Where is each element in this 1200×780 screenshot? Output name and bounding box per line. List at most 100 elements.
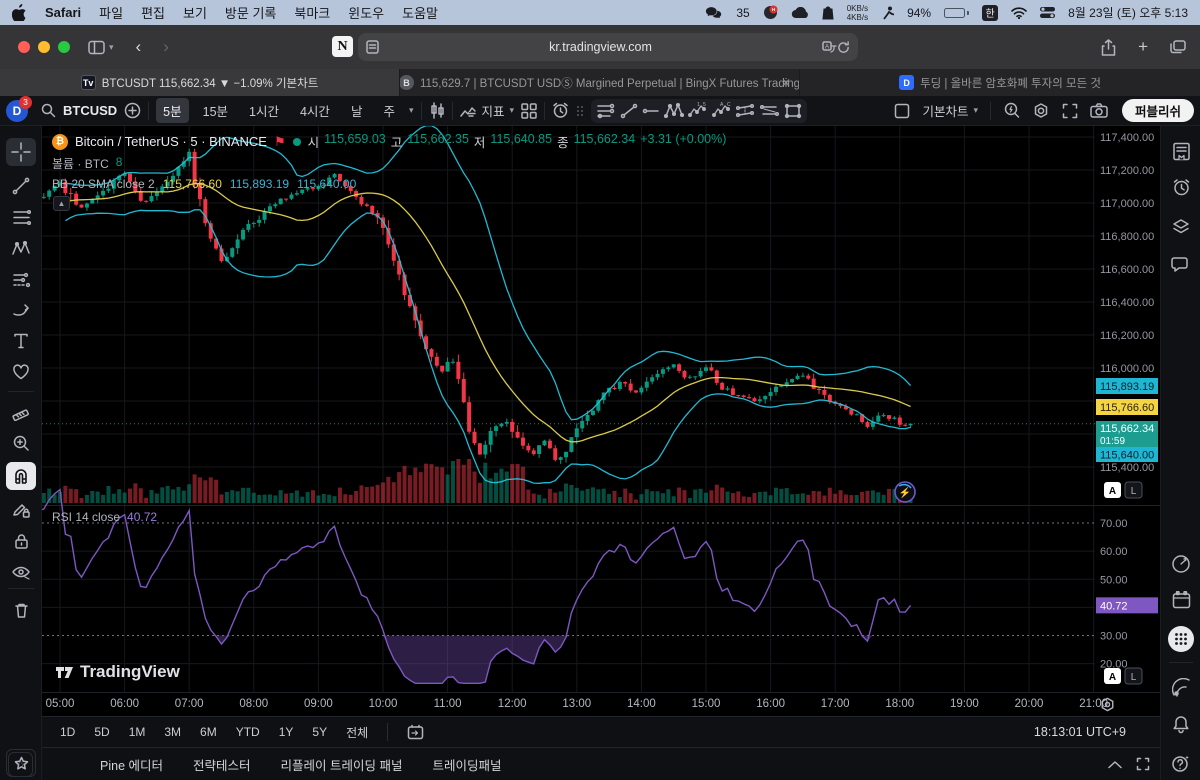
horizontal-ray-tool-icon[interactable] <box>642 103 660 119</box>
streams-signal-button[interactable] <box>1170 676 1192 698</box>
alert-clock-icon[interactable] <box>552 102 569 119</box>
templates-grid-icon[interactable] <box>521 103 537 119</box>
interval-1h[interactable]: 1시간 <box>242 98 286 123</box>
brush-tool[interactable] <box>6 296 36 324</box>
measure-tool[interactable] <box>6 398 36 426</box>
time-axis[interactable]: 05:0006:0007:0008:0009:0010:0011:0012:00… <box>42 692 1160 716</box>
menu-view[interactable]: 보기 <box>183 3 207 22</box>
chart-canvas[interactable]: 117,400.00117,200.00117,000.00116,800.00… <box>42 126 1160 692</box>
range-1m[interactable]: 1M <box>129 725 146 739</box>
trend-line-tool[interactable] <box>6 172 36 200</box>
search-icon[interactable] <box>41 103 56 118</box>
goto-date-icon[interactable] <box>407 724 424 740</box>
watchlist-star-icon[interactable]: ☆ <box>8 752 33 777</box>
watchlist-panel-button[interactable] <box>1170 140 1192 162</box>
notification-app-icon[interactable]: H <box>763 5 778 20</box>
user-avatar[interactable]: D 3 <box>6 100 28 122</box>
pattern-tool[interactable] <box>6 234 36 262</box>
menu-bookmarks[interactable]: 북마크 <box>294 3 330 22</box>
forward-button[interactable]: › <box>163 37 169 57</box>
replay-trading-panel-tab[interactable]: 리플레이 트레이딩 패널 <box>281 755 403 774</box>
screener-gauge-button[interactable] <box>1170 553 1192 575</box>
wifi-icon[interactable] <box>1011 7 1027 19</box>
network-speed[interactable]: 0KB/s4KB/s <box>847 4 868 22</box>
apple-logo[interactable] <box>12 4 27 21</box>
sidebar-toggle[interactable]: ▾ <box>88 40 114 55</box>
interval-15m[interactable]: 15분 <box>196 98 235 123</box>
object-tree-button[interactable] <box>1170 216 1192 238</box>
quick-search-icon[interactable] <box>1003 102 1020 119</box>
interval-4h[interactable]: 4시간 <box>293 98 337 123</box>
prediction-tool[interactable] <box>6 265 36 293</box>
zoom-in-tool[interactable] <box>6 429 36 457</box>
app-icon-dark[interactable] <box>822 6 834 20</box>
interval-1d[interactable]: 날 <box>344 98 370 123</box>
notifications-bell-button[interactable] <box>1170 713 1192 735</box>
rsi-legend[interactable]: RSI 14 close40.72 <box>52 510 157 524</box>
menu-file[interactable]: 파일 <box>99 3 123 22</box>
menubar-app-name[interactable]: Safari <box>45 5 81 20</box>
new-tab-button[interactable]: + <box>1138 37 1148 57</box>
flag-icon[interactable]: ⚑ <box>274 134 286 150</box>
horizontal-lines-tool-icon[interactable] <box>596 103 616 119</box>
input-source-korean[interactable]: 한 <box>982 5 998 21</box>
range-1d[interactable]: 1D <box>60 725 75 739</box>
range-ytd[interactable]: YTD <box>236 725 260 739</box>
symbol-search-button[interactable]: BTCUSD <box>63 103 117 118</box>
panel-expand-chevron-icon[interactable] <box>1108 760 1122 769</box>
hide-drawings-tool[interactable] <box>6 558 36 586</box>
rectangle-tool-icon[interactable] <box>784 103 802 119</box>
session-clock[interactable]: 18:13:01 UTC+9 <box>1034 725 1126 739</box>
tab-tooding[interactable]: D 투딩 | 올바른 암호화폐 투자의 모든 것 <box>800 69 1200 96</box>
menu-window[interactable]: 윈도우 <box>348 3 384 22</box>
pine-editor-tab[interactable]: Pine 에디터 <box>100 755 163 774</box>
page-menu-icon[interactable] <box>366 40 379 54</box>
compare-add-icon[interactable] <box>124 102 141 119</box>
indicators-button[interactable]: 지표 ▾ <box>460 101 515 120</box>
range-3m[interactable]: 3M <box>164 725 181 739</box>
fitness-icon[interactable] <box>881 6 894 20</box>
xabcd-pattern-tool-icon[interactable] <box>664 102 684 119</box>
range-1y[interactable]: 1Y <box>279 725 294 739</box>
alerts-panel-button[interactable] <box>1170 176 1192 198</box>
back-button[interactable]: ‹ <box>136 37 142 57</box>
url-text[interactable]: kr.tradingview.com <box>379 40 822 54</box>
elliott-impulse-tool-icon[interactable]: 15 <box>688 102 708 119</box>
battery-icon[interactable] <box>944 8 969 18</box>
elliott-correction-tool-icon[interactable]: AC <box>712 102 732 119</box>
range-5d[interactable]: 5D <box>94 725 109 739</box>
layout-name-button[interactable]: 기본차트 ▾ <box>922 101 978 120</box>
trading-panel-tab[interactable]: 트레이딩패널 <box>432 755 501 774</box>
strategy-tester-tab[interactable]: 전략테스터 <box>193 755 251 774</box>
drag-handle-icon[interactable] <box>576 104 584 118</box>
tab-overview-icon[interactable] <box>1170 40 1186 54</box>
symbol-title[interactable]: Bitcoin / TetherUS · 5 · BINANCE <box>75 134 267 149</box>
parallel-channel-tool-icon[interactable] <box>736 103 756 119</box>
chat-panel-button[interactable] <box>1170 253 1192 275</box>
settings-icon[interactable] <box>1032 102 1050 119</box>
messages-icon[interactable] <box>705 6 723 20</box>
chart-style-candles-icon[interactable] <box>429 102 445 119</box>
range-all[interactable]: 전체 <box>346 724 368 741</box>
interval-1w[interactable]: 주 <box>376 98 402 123</box>
interval-5m[interactable]: 5분 <box>156 98 188 123</box>
address-bar[interactable]: kr.tradingview.com A <box>358 33 858 61</box>
tab-tradingview[interactable]: Tv BTCUSDT 115,662.34 ▼ −1.09% 기본차트 <box>0 69 400 96</box>
range-5y[interactable]: 5Y <box>312 725 327 739</box>
close-tab-icon[interactable]: ✕ <box>781 76 791 90</box>
emoji-heart-tool[interactable] <box>6 358 36 386</box>
notion-extension-icon[interactable]: N <box>332 36 353 57</box>
bollinger-legend[interactable]: BB 20 SMA close 2 115,766.60 115,893.19 … <box>52 177 356 191</box>
fib-retracement-tool[interactable] <box>6 203 36 231</box>
fullscreen-icon[interactable] <box>1062 103 1078 119</box>
close-window-button[interactable] <box>18 41 30 53</box>
lock-all-tool[interactable] <box>6 527 36 555</box>
reload-icon[interactable] <box>837 41 850 54</box>
panel-maximize-icon[interactable] <box>1136 757 1150 771</box>
control-center-icon[interactable] <box>1040 6 1055 19</box>
volume-legend[interactable]: 볼륨 · BTC8 <box>52 155 122 172</box>
crosshair-tool[interactable] <box>6 138 36 166</box>
zoom-window-button[interactable] <box>58 41 70 53</box>
menu-history[interactable]: 방문 기록 <box>225 3 276 22</box>
share-icon[interactable] <box>1101 39 1116 56</box>
